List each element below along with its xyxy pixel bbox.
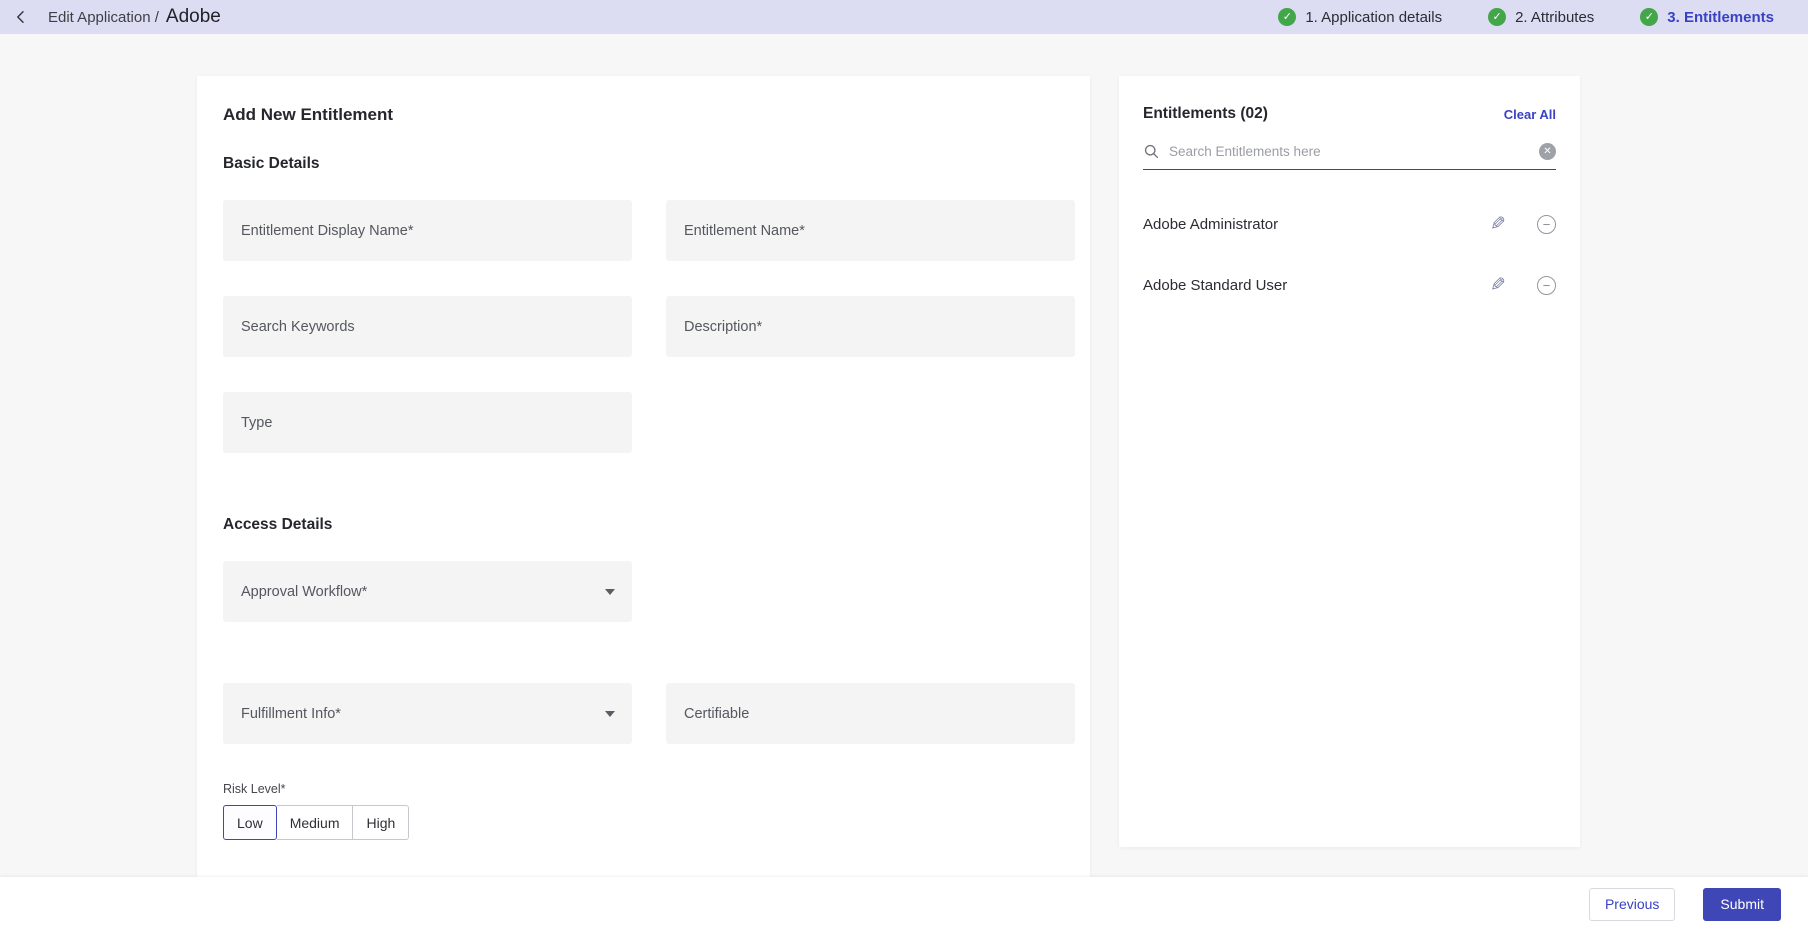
field-placeholder: Entitlement Name* [684, 222, 805, 239]
entitlement-list-item: Adobe Administrator ✎ − [1143, 194, 1556, 255]
application-name: Adobe [165, 6, 221, 27]
previous-button[interactable]: Previous [1588, 887, 1676, 921]
entitlements-search-bar: ✕ [1143, 143, 1556, 170]
step-complete-check-icon: ✓ [1640, 8, 1659, 26]
risk-level-group: Risk Level* Low Medium High [223, 782, 1064, 840]
field-placeholder: Approval Workflow* [241, 583, 368, 600]
entitlement-name: Adobe Administrator [1143, 216, 1279, 233]
field-placeholder: Description* [684, 318, 763, 335]
back-button[interactable] [8, 4, 34, 30]
chevron-down-icon [605, 588, 615, 595]
search-entitlements-input[interactable] [1169, 144, 1530, 159]
chevron-left-icon [17, 11, 24, 23]
risk-option-high[interactable]: High [353, 805, 410, 840]
field-placeholder: Certifiable [684, 705, 750, 722]
add-entitlement-card: Add New Entitlement Basic Details Entitl… [197, 76, 1090, 877]
entitlements-title: Entitlements (02) [1143, 105, 1268, 122]
entitlement-name-field[interactable]: Entitlement Name* [666, 200, 1075, 261]
certifiable-field[interactable]: Certifiable [666, 683, 1075, 744]
remove-minus-icon[interactable]: − [1537, 276, 1556, 295]
step-complete-check-icon: ✓ [1488, 8, 1507, 26]
breadcrumb-prefix: Edit Application / [48, 9, 159, 26]
step-entitlements[interactable]: ✓ 3. Entitlements [1640, 8, 1774, 26]
top-header-bar: Edit Application / Adobe ✓ 1. Applicatio… [0, 0, 1808, 34]
edit-pencil-icon[interactable]: ✎ [1490, 213, 1506, 236]
breadcrumb: Edit Application / Adobe [48, 6, 221, 28]
field-placeholder: Fulfillment Info* [241, 705, 341, 722]
field-placeholder: Entitlement Display Name* [241, 222, 414, 239]
clear-all-link[interactable]: Clear All [1504, 107, 1556, 122]
description-field[interactable]: Description* [666, 296, 1075, 357]
risk-option-low[interactable]: Low [223, 805, 277, 840]
submit-button[interactable]: Submit [1703, 887, 1781, 921]
approval-workflow-dropdown[interactable]: Approval Workflow* [223, 561, 632, 622]
wizard-stepper: ✓ 1. Application details ✓ 2. Attributes… [1278, 8, 1774, 26]
approval-workflow-row: Approval Workflow* [223, 561, 1064, 622]
step-complete-check-icon: ✓ [1278, 8, 1297, 26]
basic-details-grid: Entitlement Display Name* Entitlement Na… [223, 200, 1075, 453]
access-details-heading: Access Details [223, 516, 333, 533]
entitlement-name: Adobe Standard User [1143, 277, 1288, 294]
footer-action-bar: Previous Submit [0, 877, 1808, 931]
step-attributes[interactable]: ✓ 2. Attributes [1488, 8, 1594, 26]
edit-application-screen: Edit Application / Adobe ✓ 1. Applicatio… [0, 0, 1808, 931]
type-field[interactable]: Type [223, 392, 632, 453]
entitlements-panel-header: Entitlements (02) Clear All [1143, 105, 1556, 123]
chevron-down-icon [605, 710, 615, 717]
step-label: 3. Entitlements [1667, 8, 1774, 26]
field-placeholder: Type [241, 414, 273, 431]
risk-level-segmented-control: Low Medium High [223, 805, 410, 840]
search-icon [1144, 144, 1159, 159]
entitlements-panel: Entitlements (02) Clear All ✕ Adobe Admi… [1119, 76, 1580, 847]
risk-option-medium[interactable]: Medium [276, 805, 354, 840]
fulfillment-row: Fulfillment Info* Certifiable [223, 683, 1075, 744]
edit-pencil-icon[interactable]: ✎ [1490, 274, 1506, 297]
step-application-details[interactable]: ✓ 1. Application details [1278, 8, 1442, 26]
entitlement-list-item: Adobe Standard User ✎ − [1143, 255, 1556, 316]
basic-details-heading: Basic Details [223, 155, 320, 172]
fulfillment-info-dropdown[interactable]: Fulfillment Info* [223, 683, 632, 744]
step-label: 1. Application details [1305, 8, 1443, 26]
entitlement-display-name-field[interactable]: Entitlement Display Name* [223, 200, 632, 261]
remove-minus-icon[interactable]: − [1537, 215, 1556, 234]
clear-search-icon[interactable]: ✕ [1539, 143, 1556, 160]
search-keywords-field[interactable]: Search Keywords [223, 296, 632, 357]
risk-level-label: Risk Level* [223, 782, 286, 796]
access-details-section: Access Details Approval Workflow* Fulfil… [223, 516, 1075, 840]
form-title: Add New Entitlement [223, 105, 394, 124]
field-placeholder: Search Keywords [241, 318, 355, 335]
step-label: 2. Attributes [1515, 8, 1595, 26]
